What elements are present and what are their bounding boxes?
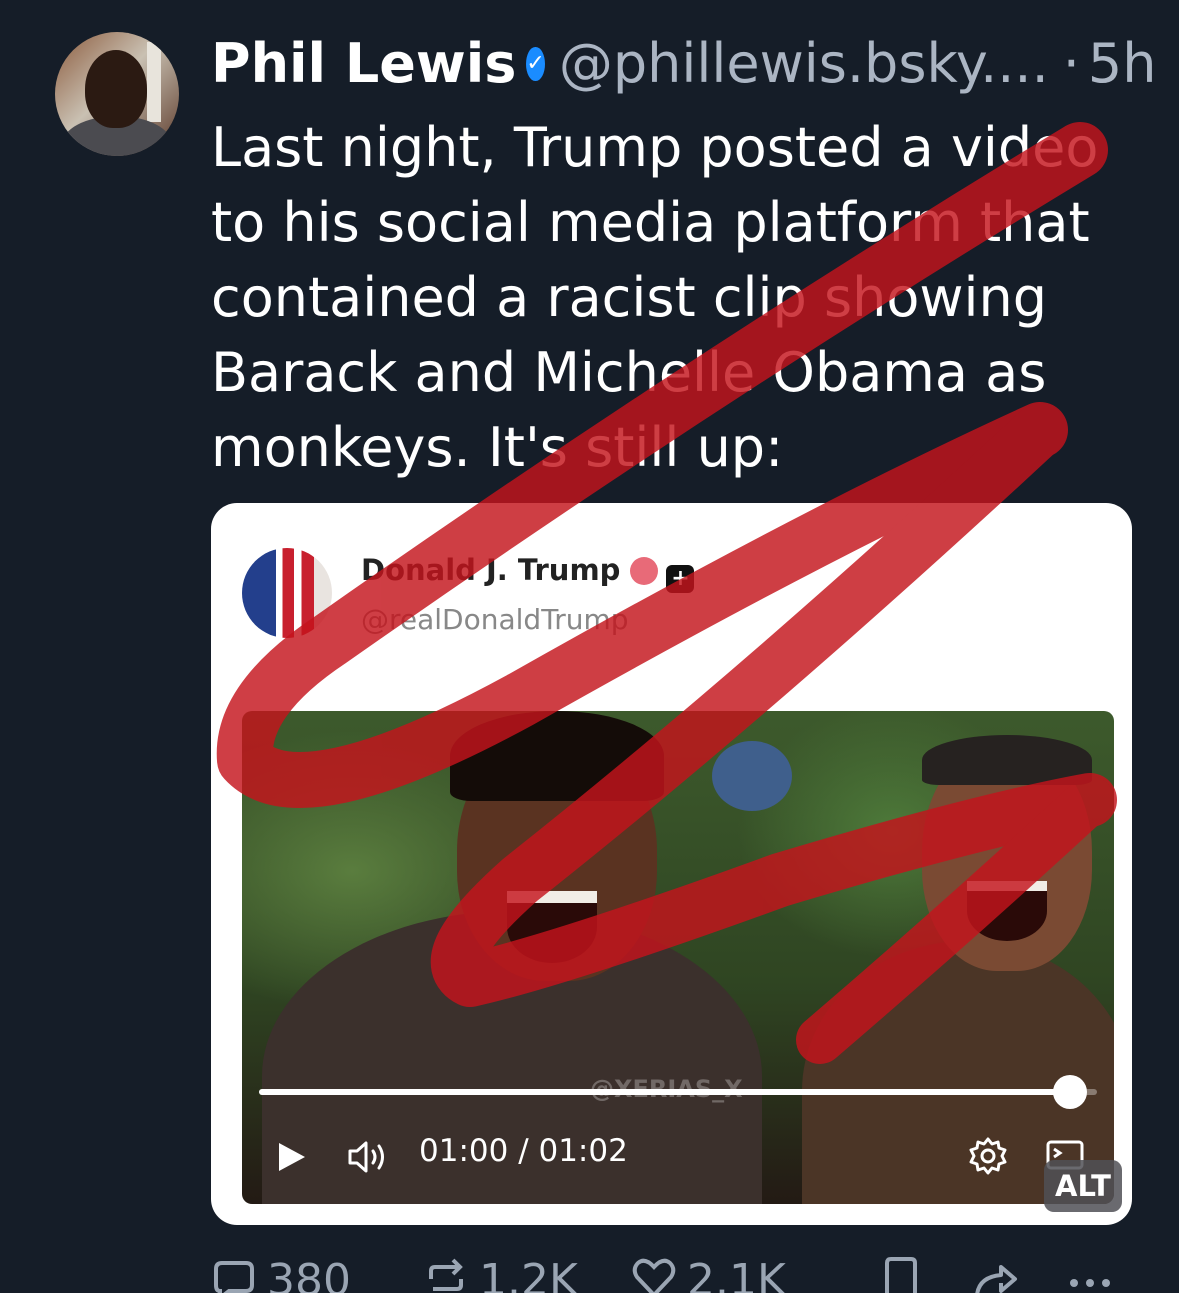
post-actions: 380 1.2K 2.1K: [211, 1255, 1141, 1293]
embedded-verified-icon: [630, 557, 659, 585]
repost-count: 1.2K: [479, 1255, 578, 1293]
repost-icon: [429, 1258, 463, 1291]
embedded-author-handle: @realDonaldTrump: [361, 603, 629, 636]
author-avatar[interactable]: [55, 32, 179, 156]
post-header: Phil Lewis ✓ @phillewis.bsky.... · 5h: [211, 32, 1157, 96]
verified-icon: ✓: [526, 47, 545, 81]
post-text: Last night, Trump posted a video to his …: [211, 116, 1099, 479]
post-timestamp[interactable]: 5h: [1088, 32, 1157, 96]
video-progress-bar[interactable]: [259, 1089, 1097, 1095]
share-button[interactable]: [971, 1255, 1031, 1293]
reply-icon: [214, 1261, 254, 1293]
embedded-post-image[interactable]: Donald J. Trump + @realDonaldTrump @XERIA…: [211, 503, 1132, 1225]
volume-icon[interactable]: [347, 1139, 393, 1175]
repost-button[interactable]: 1.2K: [423, 1255, 578, 1293]
embedded-author-avatar: [242, 548, 332, 638]
play-icon[interactable]: [275, 1141, 307, 1173]
like-button[interactable]: 2.1K: [631, 1255, 786, 1293]
video-player[interactable]: @XERIAS_X 01:00 / 01:02: [242, 711, 1114, 1204]
more-icon: [1070, 1279, 1110, 1287]
author-handle[interactable]: @phillewis.bsky....: [559, 32, 1049, 96]
parrot-figure: [712, 741, 792, 811]
reply-button[interactable]: 380: [211, 1255, 351, 1293]
bookmark-button[interactable]: [881, 1255, 931, 1293]
share-icon: [975, 1265, 1017, 1293]
bookmark-icon: [885, 1257, 917, 1293]
embedded-author-name: Donald J. Trump: [361, 553, 621, 587]
author-name[interactable]: Phil Lewis: [211, 32, 516, 96]
alt-text-button[interactable]: ALT: [1044, 1160, 1122, 1212]
more-button[interactable]: [1066, 1255, 1126, 1293]
embedded-plus-icon: +: [666, 565, 695, 593]
embedded-author-line: Donald J. Trump +: [361, 553, 695, 593]
reply-count: 380: [267, 1255, 351, 1293]
header-separator: ·: [1062, 32, 1080, 95]
video-progress-knob[interactable]: [1053, 1075, 1088, 1109]
video-progress-fill: [259, 1089, 1071, 1095]
settings-icon[interactable]: [968, 1136, 1008, 1176]
like-count: 2.1K: [687, 1255, 786, 1293]
video-time: 01:00 / 01:02: [419, 1133, 628, 1169]
like-icon: [632, 1258, 676, 1293]
